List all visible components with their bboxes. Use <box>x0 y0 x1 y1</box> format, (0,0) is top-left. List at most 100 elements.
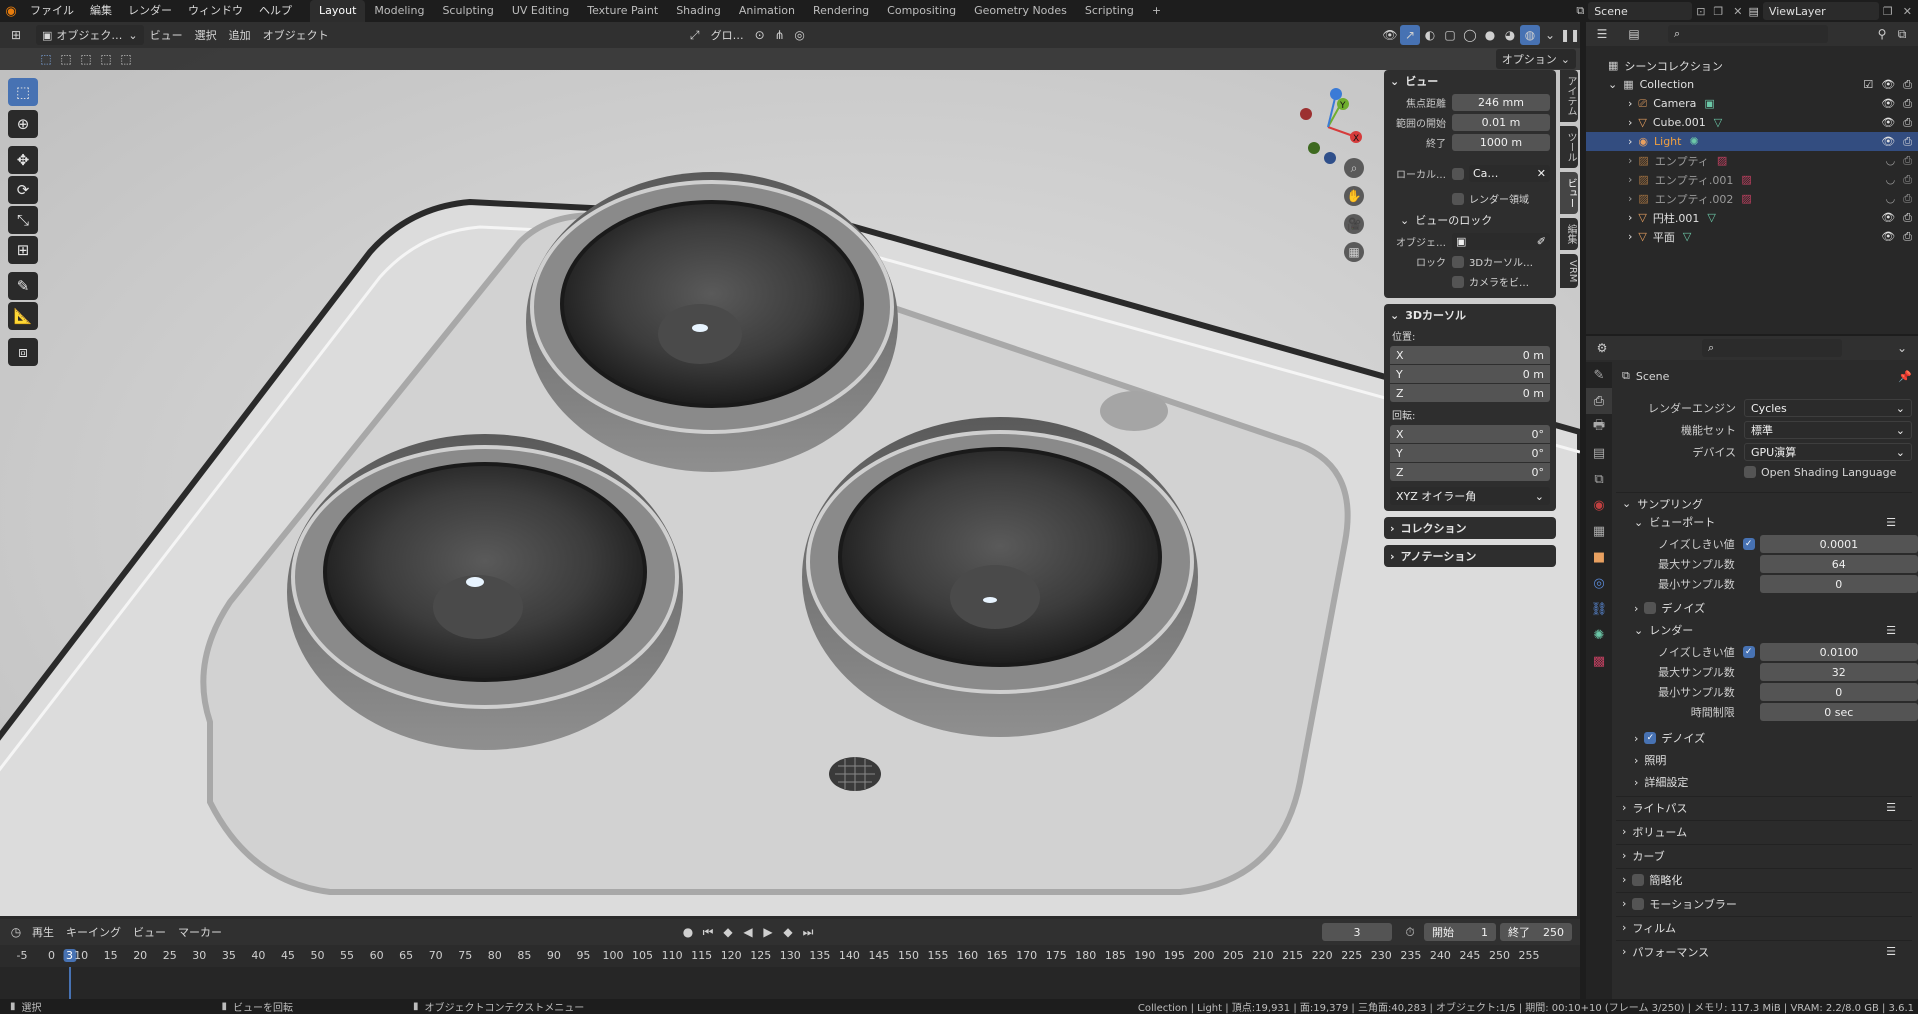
timer-icon[interactable]: ⏱ <box>1400 922 1420 942</box>
editor-type-icon[interactable]: ⊞ <box>6 25 26 45</box>
chevron-down-icon[interactable]: ⌄ <box>1608 78 1617 91</box>
advanced-subsection[interactable]: › 詳細設定 <box>1628 772 1912 792</box>
constraints-tab-icon[interactable]: ⛓ <box>1586 596 1612 622</box>
feature-set-select[interactable]: 標準 ⌄ <box>1744 421 1912 439</box>
tab-texture-paint[interactable]: Texture Paint <box>578 0 667 22</box>
timeline-ruler[interactable]: -5 0 3 10 15 20 25 30 35 40 45 50 55 60 65 70 75 80 85 90 95… <box>0 945 1580 967</box>
tab-scripting[interactable]: Scripting <box>1076 0 1143 22</box>
scene-icon[interactable]: ⧉ <box>1576 4 1584 18</box>
record-icon[interactable]: ● <box>678 922 698 942</box>
overlay-icon[interactable]: ◐ <box>1420 25 1440 45</box>
eye-icon[interactable]: 👁 <box>1881 97 1895 110</box>
wireframe-shading-icon[interactable]: ◯ <box>1460 25 1480 45</box>
timeline-editor-icon[interactable]: ◷ <box>6 922 26 942</box>
camera-icon[interactable]: ⎙ <box>1903 154 1912 168</box>
add-cube-tool[interactable]: ⧈ <box>8 338 38 366</box>
eye-icon[interactable]: 👁 <box>1881 211 1895 224</box>
annotation-panel[interactable]: › アノテーション <box>1384 545 1556 567</box>
tab-layout[interactable]: Layout <box>310 0 366 22</box>
vp-min-samples-field[interactable]: 0 <box>1759 575 1918 593</box>
tab-edit[interactable]: 編集 <box>1560 218 1578 250</box>
camera-icon[interactable]: ⎙ <box>1903 173 1912 187</box>
3d-viewport[interactable]: ⊞ ▣ オブジェク… ⌄ ビュー 選択 追加 オブジェクト ⤢ グロ… ⊙ ⋔ ◎… <box>0 22 1580 919</box>
checkbox-icon[interactable]: ☑ <box>1863 78 1873 91</box>
viewport-subsection[interactable]: ⌄ ビューポート ☰ <box>1628 512 1912 532</box>
select-invert-icon[interactable]: ⬚ <box>96 49 116 69</box>
focal-length-field[interactable]: 246 mm <box>1452 94 1550 111</box>
scale-tool[interactable]: ⤡ <box>8 206 38 234</box>
tab-rendering[interactable]: Rendering <box>804 0 878 22</box>
lock-cursor-checkbox[interactable] <box>1452 255 1464 268</box>
toggle-sidebar-icon[interactable]: ❚❚ <box>1560 25 1580 45</box>
world-tab-icon[interactable]: ◉ <box>1586 492 1612 518</box>
select-new-icon[interactable]: ⬚ <box>36 49 56 69</box>
device-select[interactable]: GPU演算 ⌄ <box>1744 443 1912 461</box>
menu-playback[interactable]: 再生 <box>26 922 60 942</box>
list-icon[interactable]: ☰ <box>1886 516 1896 529</box>
visibility-icon[interactable]: 👁 <box>1380 25 1400 45</box>
simplify-checkbox[interactable] <box>1632 873 1645 886</box>
osl-checkbox[interactable] <box>1744 466 1756 478</box>
eye-closed-icon[interactable]: ◡ <box>1886 173 1896 186</box>
chevron-right-icon[interactable]: › <box>1628 116 1632 129</box>
light-paths-section[interactable]: › ライトパス ☰ <box>1616 796 1912 818</box>
render-tab-icon[interactable]: ⎙ <box>1586 388 1612 414</box>
camera-icon[interactable]: ⎙ <box>1903 230 1912 244</box>
tab-sculpting[interactable]: Sculpting <box>433 0 502 22</box>
sampling-section[interactable]: ⌄ サンプリング <box>1616 492 1912 514</box>
vp-denoise-subsection[interactable]: › デノイズ <box>1628 598 1912 618</box>
tab-compositing[interactable]: Compositing <box>878 0 965 22</box>
lock-object-field[interactable]: ▣ ✐ <box>1452 233 1550 250</box>
vp-denoise-checkbox[interactable] <box>1644 602 1657 614</box>
camera-icon[interactable]: ⎙ <box>1903 192 1912 206</box>
motion-blur-checkbox[interactable] <box>1632 897 1645 910</box>
menu-file[interactable]: ファイル <box>22 0 82 22</box>
menu-marker[interactable]: マーカー <box>172 922 228 942</box>
tab-tool[interactable]: ツール <box>1560 126 1578 168</box>
r-denoise-checkbox[interactable]: ✓ <box>1644 732 1657 744</box>
eye-icon[interactable]: 👁 <box>1881 116 1895 129</box>
menu-object[interactable]: オブジェクト <box>257 25 335 45</box>
menu-select[interactable]: 選択 <box>189 25 223 45</box>
outliner-row-cube[interactable]: › ▽ Cube.001 ▽ 👁 ⎙ <box>1586 113 1918 132</box>
vp-max-samples-field[interactable]: 64 <box>1759 555 1918 573</box>
camera-icon[interactable]: ⎙ <box>1903 135 1912 149</box>
prev-keyframe-icon[interactable]: ◆ <box>718 922 738 942</box>
cursor-rotation-y[interactable]: Y 0° <box>1390 444 1550 462</box>
eye-icon[interactable]: 👁 <box>1881 230 1895 243</box>
measure-tool[interactable]: 📐 <box>8 302 38 330</box>
collection-tab-icon[interactable]: ▦ <box>1586 518 1612 544</box>
camera-icon[interactable]: ⎙ <box>1903 78 1912 92</box>
render-subsection[interactable]: ⌄ レンダー ☰ <box>1628 620 1912 640</box>
end-frame-field[interactable]: 終了 250 <box>1500 923 1572 941</box>
tab-modeling[interactable]: Modeling <box>365 0 433 22</box>
camera-view-icon[interactable]: 🎥 <box>1344 214 1364 234</box>
view-lock-header[interactable]: ⌄ ビューのロック <box>1384 209 1556 231</box>
list-icon[interactable]: ☰ <box>1886 624 1896 637</box>
r-denoise-subsection[interactable]: › ✓ デノイズ <box>1628 728 1912 748</box>
clip-end-field[interactable]: 1000 m <box>1452 134 1550 151</box>
motion-blur-section[interactable]: › モーションブラー <box>1616 892 1912 914</box>
xray-icon[interactable]: ▢ <box>1440 25 1460 45</box>
tab-uv-editing[interactable]: UV Editing <box>503 0 578 22</box>
3d-cursor-header[interactable]: ⌄ 3Dカーソル <box>1384 304 1556 326</box>
cursor-location-z[interactable]: Z0 m <box>1390 384 1550 402</box>
local-camera-field[interactable]: Ca… ✕ <box>1469 165 1550 182</box>
playhead[interactable] <box>69 967 71 999</box>
select-intersect-icon[interactable]: ⬚ <box>116 49 136 69</box>
lock-camera-checkbox[interactable] <box>1452 275 1464 288</box>
chevron-right-icon[interactable]: › <box>1628 211 1632 224</box>
select-box-tool[interactable]: ⬚ <box>8 78 38 106</box>
new-collection-icon[interactable]: ⧉ <box>1892 24 1912 44</box>
cursor-location-x[interactable]: X0 m <box>1390 346 1550 364</box>
chevron-down-icon[interactable]: ⌄ <box>1892 338 1912 358</box>
view-panel-header[interactable]: ⌄ ビュー <box>1384 70 1556 92</box>
pivot-icon[interactable]: ⊙ <box>750 25 770 45</box>
texture-tab-icon[interactable]: ▩ <box>1586 648 1612 674</box>
select-subtract-icon[interactable]: ⬚ <box>76 49 96 69</box>
display-mode-icon[interactable]: ▤ <box>1624 24 1644 44</box>
r-noise-threshold-checkbox[interactable]: ✓ <box>1742 646 1755 658</box>
gizmo-icon[interactable]: ↗ <box>1400 25 1420 45</box>
view-layer-icon[interactable]: ▤ <box>1749 5 1759 18</box>
simplify-section[interactable]: › 簡略化 <box>1616 868 1912 890</box>
